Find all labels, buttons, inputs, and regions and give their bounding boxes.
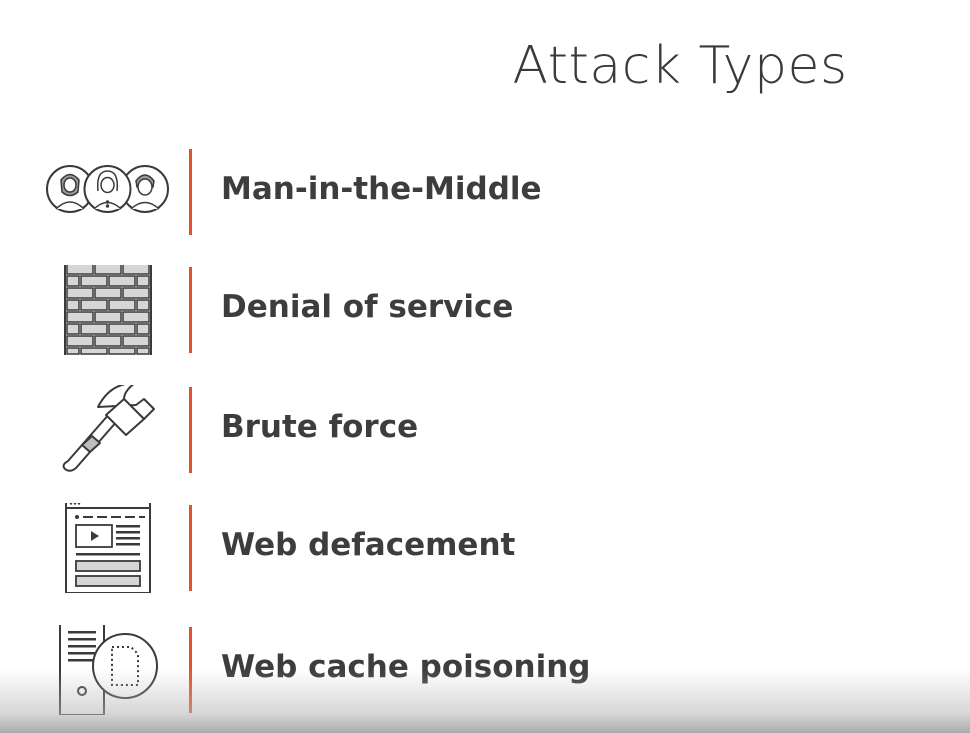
accent-bar	[189, 505, 192, 591]
attack-type-item: Denial of service	[0, 265, 970, 355]
brick-wall-icon	[40, 265, 170, 355]
attack-type-item: Web defacement	[0, 503, 970, 593]
attack-type-label: Web defacement	[221, 527, 516, 563]
people-group-icon	[40, 147, 170, 237]
accent-bar	[189, 627, 192, 713]
hammer-icon	[40, 385, 170, 475]
server-document-icon	[40, 625, 170, 715]
slide-title: Attack Types	[512, 36, 848, 96]
attack-type-label: Man-in-the-Middle	[221, 171, 542, 207]
attack-type-label: Web cache poisoning	[221, 649, 591, 685]
slide: Attack Types Man-in-the-Middle Denial of…	[0, 0, 970, 733]
attack-type-label: Denial of service	[221, 289, 514, 325]
attack-type-label: Brute force	[221, 409, 419, 445]
accent-bar	[189, 267, 192, 353]
accent-bar	[189, 387, 192, 473]
web-page-icon	[40, 503, 170, 593]
attack-type-item: Brute force	[0, 385, 970, 475]
attack-type-item: Man-in-the-Middle	[0, 147, 970, 237]
attack-type-item: Web cache poisoning	[0, 625, 970, 715]
accent-bar	[189, 149, 192, 235]
